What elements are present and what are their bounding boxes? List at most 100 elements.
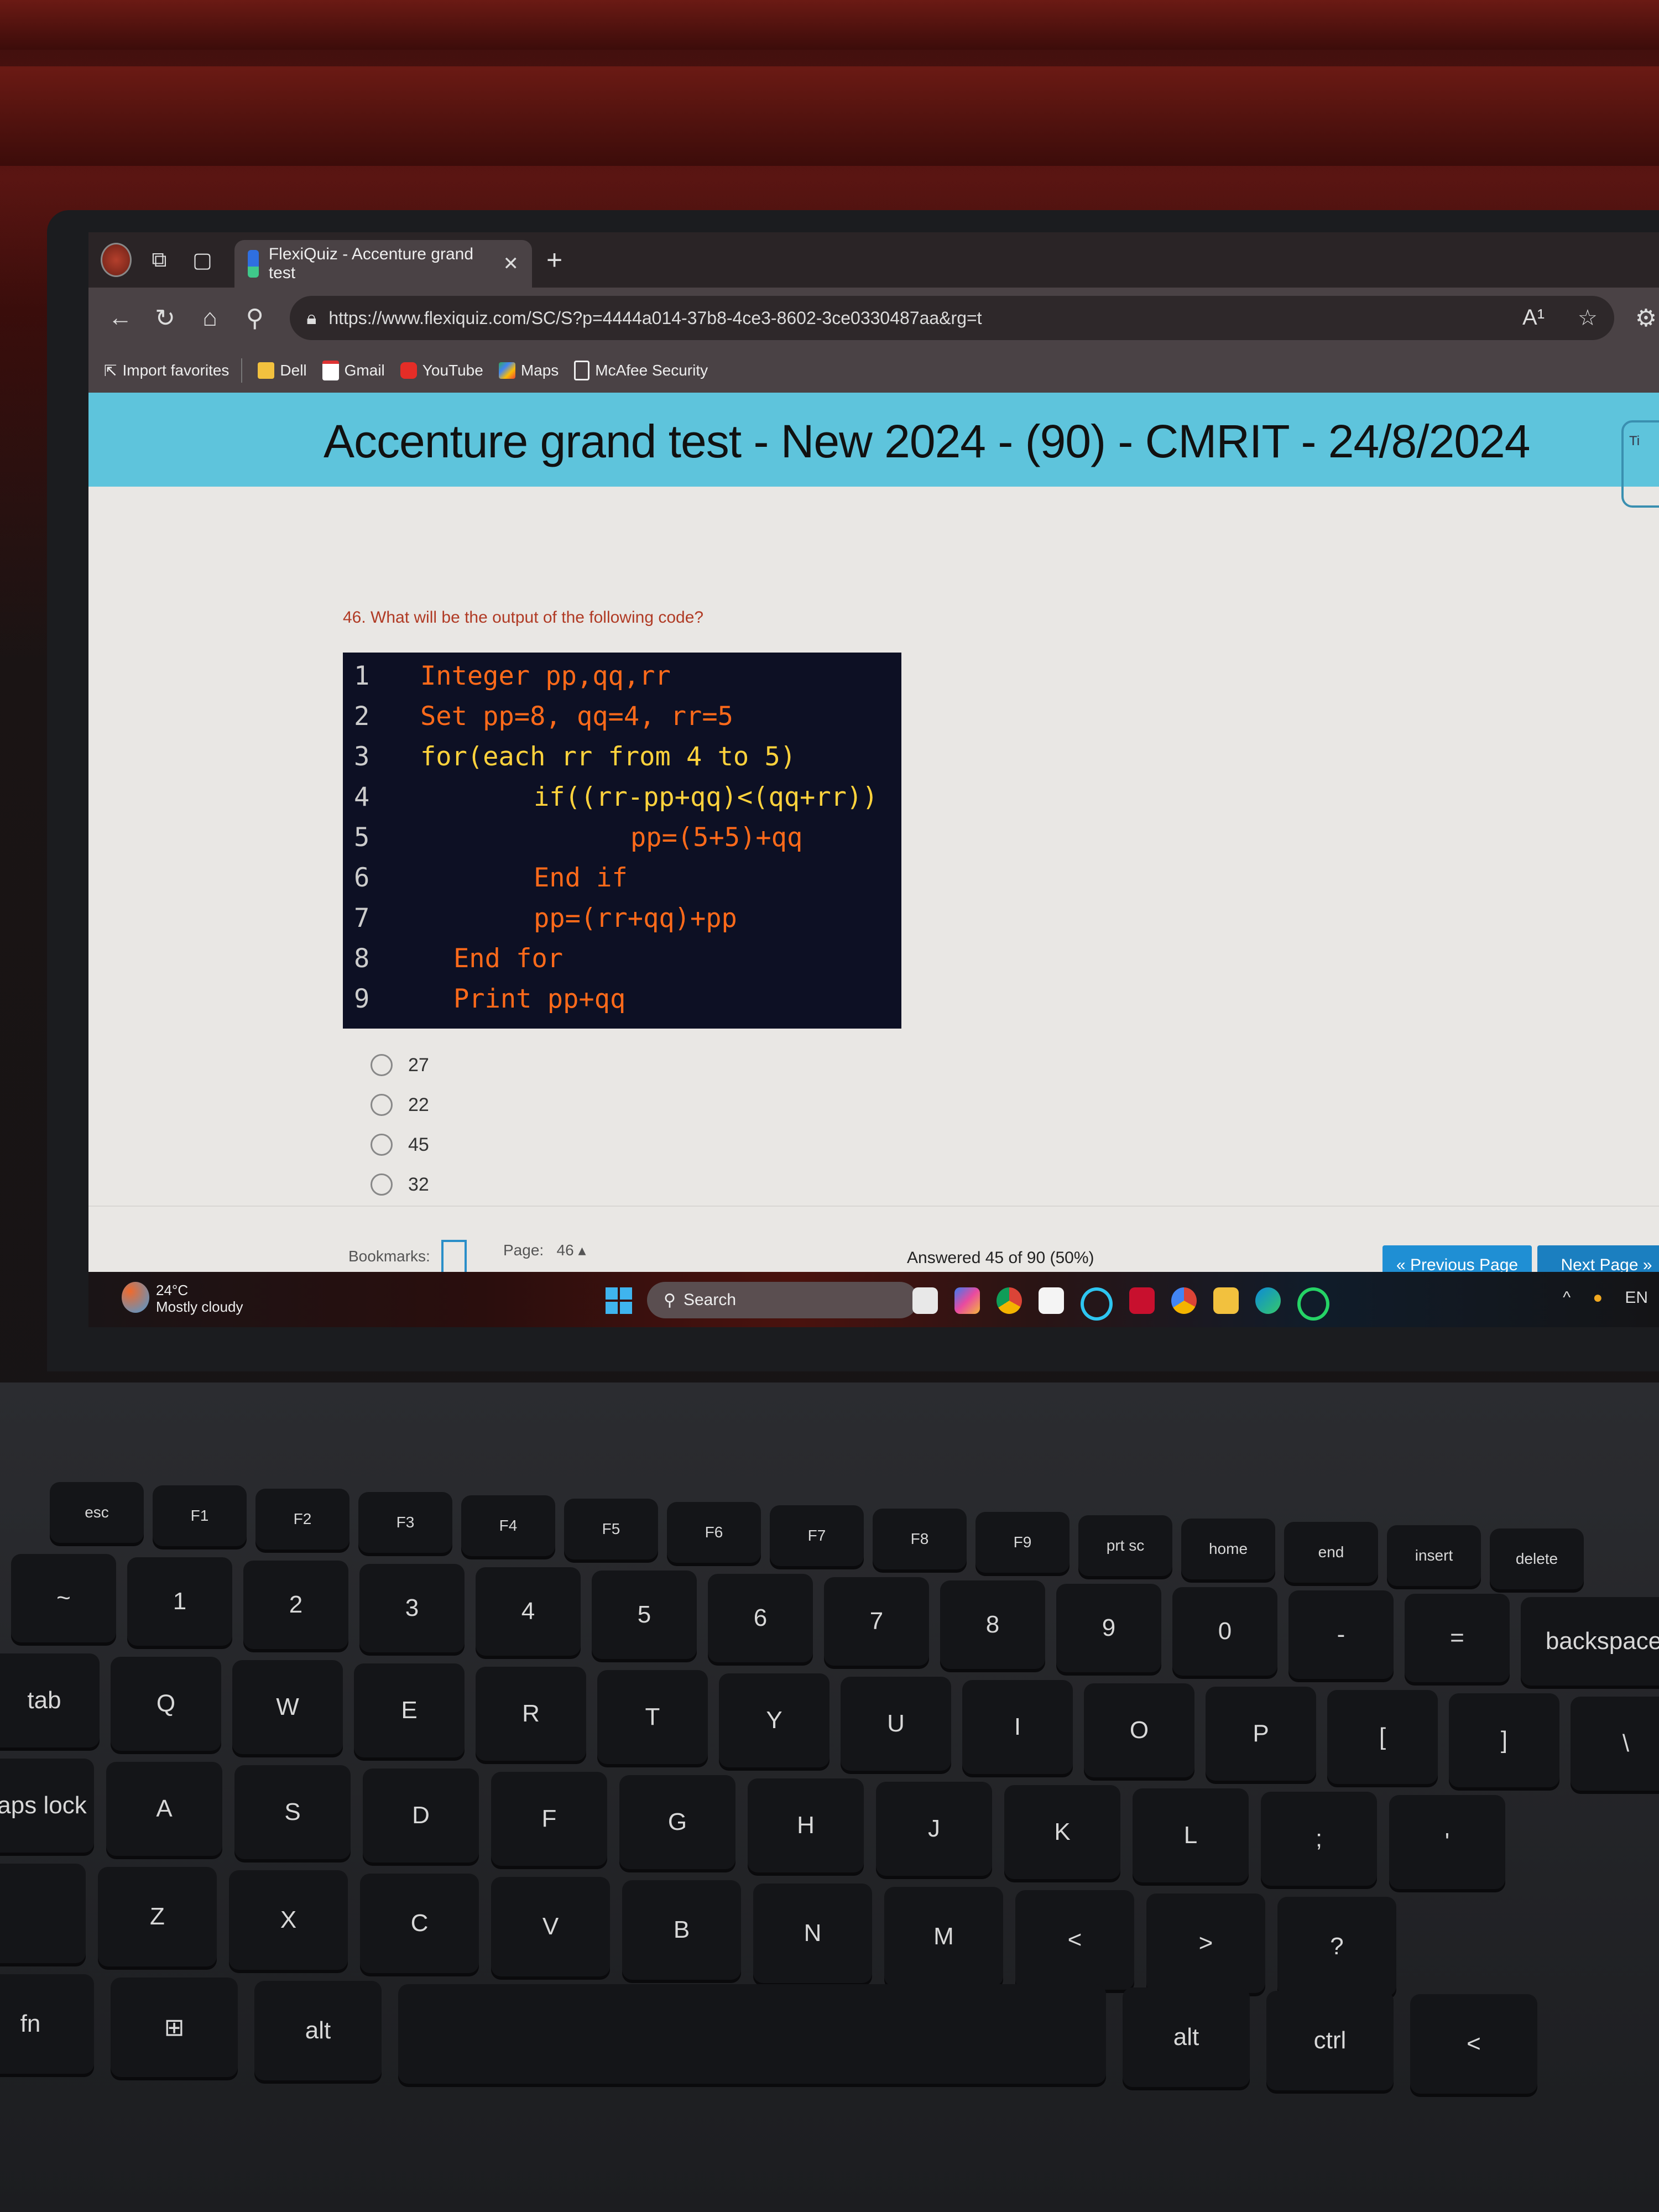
key-t[interactable]: T: [597, 1670, 708, 1764]
key-e[interactable]: E: [354, 1663, 465, 1757]
chrome-profile-icon[interactable]: [1171, 1287, 1197, 1314]
url-text[interactable]: https://www.flexiquiz.com/SC/S?p=4444a01…: [328, 308, 982, 328]
page-value[interactable]: 46: [557, 1241, 574, 1259]
radio-button[interactable]: [371, 1094, 393, 1116]
key-h[interactable]: H: [748, 1778, 864, 1872]
radio-button[interactable]: [371, 1134, 393, 1156]
copilot-icon[interactable]: [954, 1287, 980, 1314]
microsoft-store-icon[interactable]: [1039, 1287, 1064, 1314]
key-5[interactable]: 5: [592, 1571, 697, 1659]
key-s[interactable]: S: [234, 1765, 351, 1859]
caret-up-icon[interactable]: ▴: [578, 1241, 586, 1259]
address-bar[interactable]: 🔒︎ https://www.flexiquiz.com/SC/S?p=4444…: [290, 296, 1614, 340]
key-g[interactable]: G: [619, 1775, 735, 1869]
key-alt[interactable]: alt: [254, 1981, 382, 2080]
bookmark-gmail[interactable]: Gmail: [322, 361, 385, 380]
key-i[interactable]: I: [962, 1680, 1073, 1774]
key-ctrl[interactable]: ctrl: [1266, 1991, 1394, 2090]
key-2[interactable]: 2: [243, 1561, 348, 1649]
key-f7[interactable]: F7: [770, 1505, 864, 1566]
key--[interactable]: ;: [1261, 1792, 1377, 1886]
key-7[interactable]: 7: [824, 1577, 929, 1666]
key-x[interactable]: X: [229, 1870, 348, 1970]
key--[interactable]: <: [1410, 1994, 1537, 2094]
option-22[interactable]: 22: [371, 1085, 429, 1125]
key-p[interactable]: P: [1206, 1687, 1316, 1781]
bookmark-youtube[interactable]: YouTube: [400, 362, 483, 379]
radio-button[interactable]: [371, 1173, 393, 1196]
key--[interactable]: -: [1288, 1590, 1394, 1679]
weather-tray-icon[interactable]: ●: [1593, 1288, 1603, 1307]
key-end[interactable]: end: [1284, 1522, 1378, 1583]
key-insert[interactable]: insert: [1387, 1525, 1481, 1586]
key-b[interactable]: B: [622, 1880, 741, 1980]
key-8[interactable]: 8: [940, 1580, 1045, 1669]
chevron-up-icon[interactable]: ^: [1563, 1288, 1571, 1307]
task-view-icon[interactable]: [912, 1287, 938, 1314]
key-f8[interactable]: F8: [873, 1509, 967, 1569]
key-a[interactable]: A: [106, 1762, 222, 1856]
profile-avatar[interactable]: [101, 243, 132, 277]
key-shift[interactable]: [0, 1864, 86, 1963]
key--[interactable]: [: [1327, 1690, 1438, 1784]
bookmark-icon[interactable]: [441, 1240, 467, 1273]
key-prt-sc[interactable]: prt sc: [1078, 1515, 1172, 1576]
chrome-icon[interactable]: [997, 1287, 1022, 1314]
key--[interactable]: ~: [11, 1554, 116, 1642]
option-32[interactable]: 32: [371, 1165, 429, 1204]
option-27[interactable]: 27: [371, 1045, 429, 1085]
key-alt[interactable]: alt: [1123, 1987, 1250, 2087]
key-y[interactable]: Y: [719, 1673, 830, 1767]
key-delete[interactable]: delete: [1490, 1528, 1584, 1589]
bookmark-dell[interactable]: Dell: [258, 362, 307, 379]
key-6[interactable]: 6: [708, 1574, 813, 1662]
extensions-icon[interactable]: ⚙: [1633, 304, 1659, 332]
favorite-star-icon[interactable]: ☆: [1578, 305, 1598, 331]
key-o[interactable]: O: [1084, 1683, 1194, 1777]
key-0[interactable]: 0: [1172, 1587, 1277, 1676]
key-u[interactable]: U: [841, 1677, 951, 1771]
key-9[interactable]: 9: [1056, 1584, 1161, 1672]
key-f6[interactable]: F6: [667, 1502, 761, 1563]
key--[interactable]: <: [1015, 1890, 1134, 1990]
key-k[interactable]: K: [1004, 1785, 1120, 1879]
key-z[interactable]: Z: [98, 1867, 217, 1966]
key-tab[interactable]: tab: [0, 1653, 100, 1747]
key-spacebar[interactable]: [398, 1984, 1106, 2084]
bookmark-import-favorites[interactable]: ⇱ Import favorites: [104, 362, 229, 380]
key--[interactable]: ?: [1277, 1897, 1396, 1996]
whatsapp-icon[interactable]: [1297, 1287, 1329, 1321]
radio-button[interactable]: [371, 1054, 393, 1076]
tab-actions-icon[interactable]: ▢: [187, 244, 218, 275]
edge-icon[interactable]: [1255, 1287, 1281, 1314]
file-explorer-icon[interactable]: [1213, 1287, 1239, 1314]
key-backspace[interactable]: backspace: [1521, 1597, 1659, 1686]
key-4[interactable]: 4: [476, 1567, 581, 1656]
bookmark-mcafee[interactable]: McAfee Security: [574, 361, 708, 380]
option-45[interactable]: 45: [371, 1125, 429, 1165]
browser-tab[interactable]: FlexiQuiz - Accenture grand test ✕: [234, 240, 532, 288]
key-l[interactable]: L: [1133, 1788, 1249, 1882]
key-3[interactable]: 3: [359, 1564, 465, 1652]
key-1[interactable]: 1: [127, 1557, 232, 1646]
key-f4[interactable]: F4: [461, 1495, 555, 1556]
key-f[interactable]: F: [491, 1772, 607, 1866]
key-q[interactable]: Q: [111, 1657, 221, 1751]
key-fn[interactable]: fn: [0, 1974, 94, 2074]
key-n[interactable]: N: [753, 1884, 872, 1983]
lock-icon[interactable]: 🔒︎: [306, 307, 316, 329]
key--[interactable]: >: [1146, 1893, 1265, 1993]
workspaces-icon[interactable]: ⧉: [144, 244, 175, 275]
windows-start-icon[interactable]: [606, 1287, 632, 1314]
key-win[interactable]: ⊞: [111, 1978, 238, 2077]
alexa-icon[interactable]: [1081, 1287, 1113, 1321]
key-d[interactable]: D: [363, 1768, 479, 1863]
key-r[interactable]: R: [476, 1667, 586, 1761]
mcafee-icon[interactable]: [1129, 1287, 1155, 1314]
back-icon[interactable]: ←: [107, 304, 133, 332]
home-icon[interactable]: ⌂: [197, 304, 223, 332]
key-j[interactable]: J: [876, 1782, 992, 1876]
taskbar-search[interactable]: ⚲ Search: [647, 1282, 918, 1318]
new-tab-icon[interactable]: +: [546, 244, 562, 276]
read-aloud-icon[interactable]: A¹: [1522, 305, 1545, 331]
